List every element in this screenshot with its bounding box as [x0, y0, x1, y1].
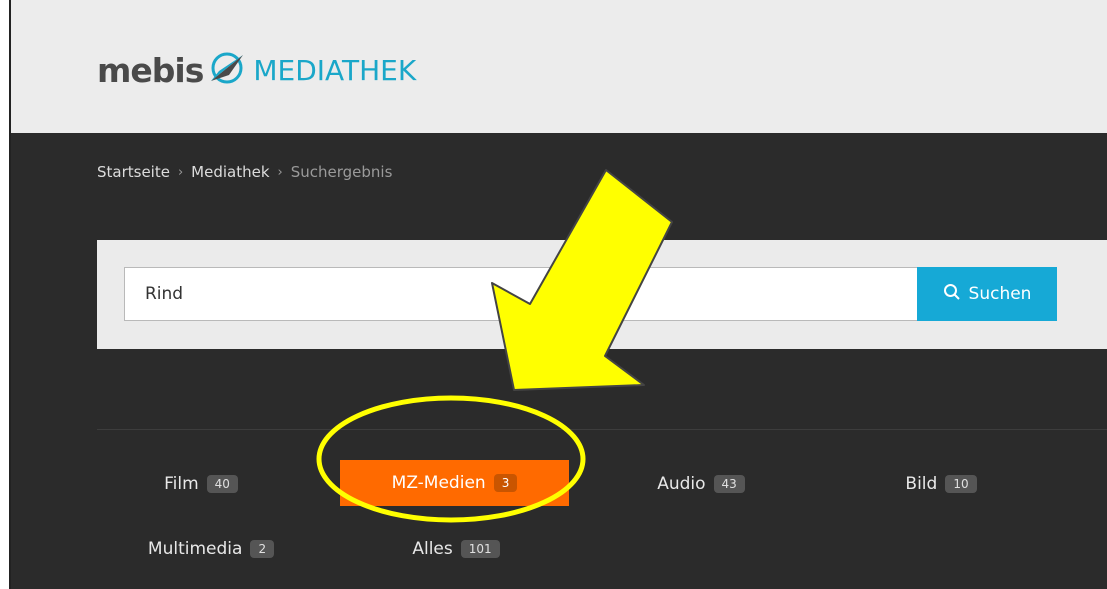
- tab-label: Film: [164, 474, 199, 494]
- site-header: mebis MEDIATHEK: [11, 0, 1107, 133]
- content-area: Startseite › Mediathek › Suchergebnis Su…: [11, 133, 1107, 589]
- tab-alles[interactable]: Alles 101: [386, 528, 526, 570]
- tab-count-badge: 101: [460, 540, 500, 558]
- tab-label: MZ-Medien: [391, 473, 486, 493]
- tab-multimedia[interactable]: Multimedia 2: [131, 528, 291, 570]
- breadcrumb-separator: ›: [277, 164, 283, 180]
- search-input[interactable]: [124, 267, 918, 321]
- logo-product-text: MEDIATHEK: [253, 53, 417, 87]
- mebis-logo[interactable]: mebis MEDIATHEK: [97, 45, 416, 95]
- search-button[interactable]: Suchen: [917, 267, 1057, 321]
- divider: [97, 429, 1107, 430]
- tab-count-badge: 40: [206, 475, 238, 493]
- logo-brand-text: mebis: [97, 50, 204, 90]
- breadcrumb-mediathek[interactable]: Mediathek: [191, 163, 269, 181]
- tab-film[interactable]: Film 40: [131, 463, 271, 505]
- tab-count-badge: 43: [713, 475, 745, 493]
- breadcrumb-current: Suchergebnis: [290, 163, 393, 181]
- tab-label: Alles: [412, 539, 453, 559]
- tab-bild[interactable]: Bild 10: [881, 463, 1001, 505]
- tab-label: Audio: [657, 474, 706, 494]
- tab-mz-medien[interactable]: MZ-Medien 3: [340, 460, 569, 506]
- tab-audio[interactable]: Audio 43: [631, 463, 771, 505]
- tab-label: Bild: [905, 474, 938, 494]
- breadcrumb: Startseite › Mediathek › Suchergebnis: [97, 163, 392, 181]
- logo-mark-icon: [207, 51, 247, 89]
- search-panel: Suchen: [97, 240, 1107, 349]
- breadcrumb-separator: ›: [177, 164, 184, 180]
- tab-count-badge: 2: [250, 540, 275, 558]
- tab-count-badge: 10: [945, 475, 977, 493]
- tab-label: Multimedia: [147, 539, 243, 559]
- breadcrumb-home[interactable]: Startseite: [97, 163, 170, 181]
- search-icon: [943, 283, 961, 306]
- search-button-label: Suchen: [968, 284, 1032, 304]
- tab-count-badge: 3: [493, 474, 518, 492]
